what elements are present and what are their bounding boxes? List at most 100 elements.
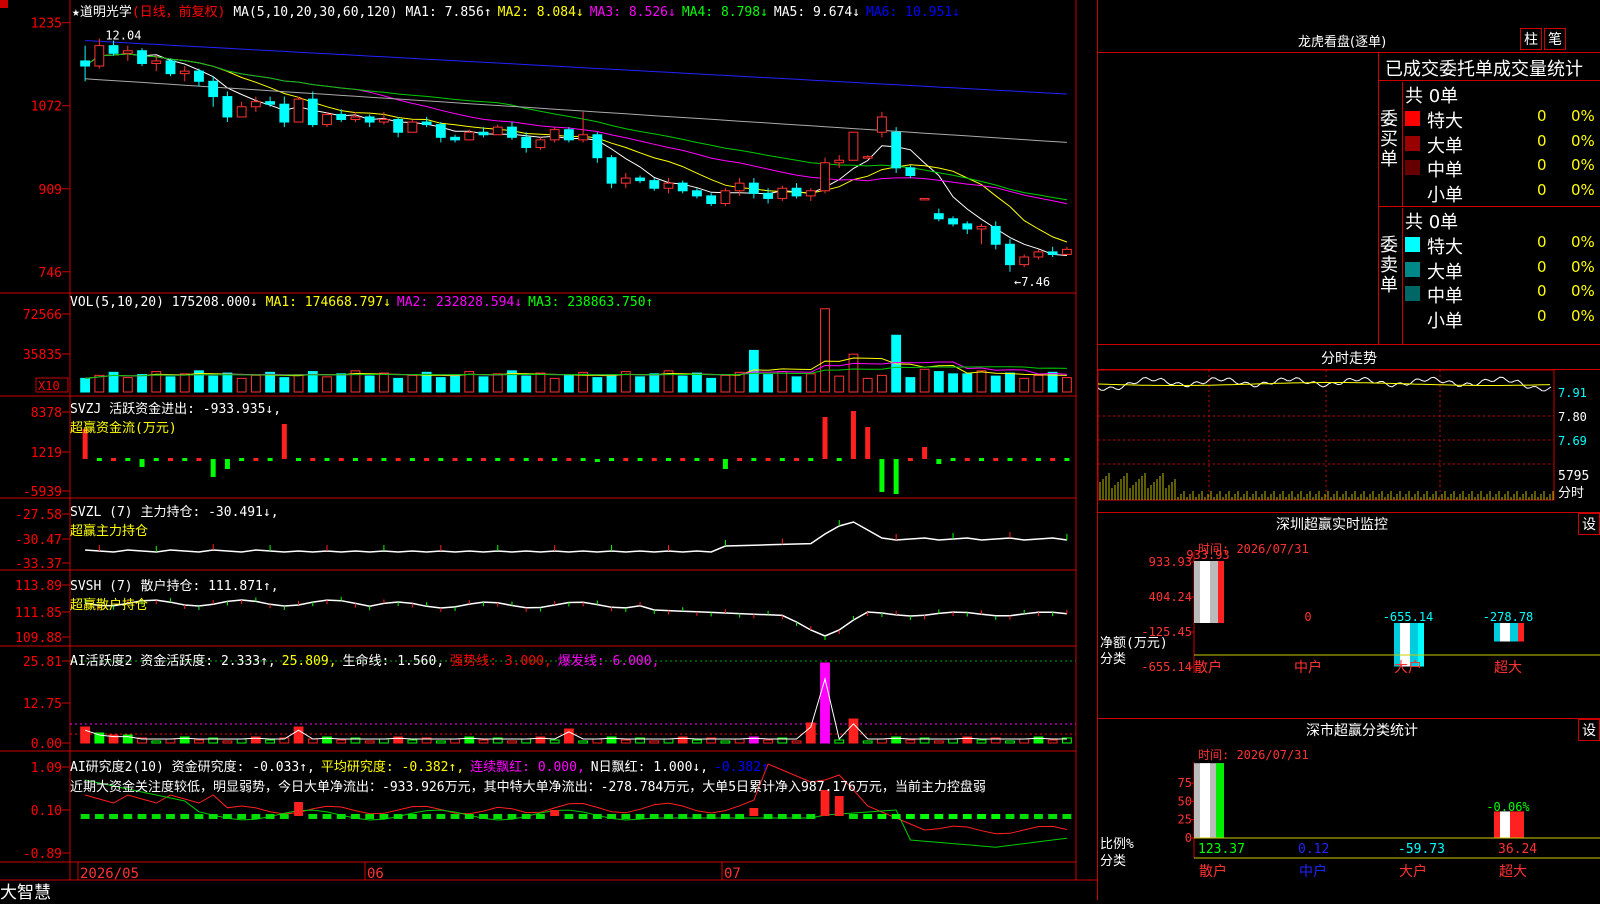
svsh-sub: 超赢散户持仓 [70, 598, 149, 613]
ma-line-2 [84, 53, 1068, 243]
activity-bar [478, 739, 489, 744]
ai2-value-0: AI研究度2(10) 资金研究度: -0.033↑, [70, 760, 315, 775]
candle [122, 45, 133, 61]
monitor1-bar-shine [1200, 561, 1210, 623]
research-bar [735, 814, 745, 819]
candle [805, 188, 816, 201]
candle-body [990, 225, 1001, 245]
monitor1-xlabel: 分类 [1100, 652, 1126, 667]
candle [649, 178, 660, 191]
ma-line-6 [85, 40, 1067, 95]
buy-name: 小单 [1427, 184, 1463, 206]
candle [236, 101, 247, 118]
research-bar [365, 814, 375, 819]
chart-area[interactable]: 1235 1072 909 746 12.04 ←7.46 72566 35835 X10 837… [0, 0, 1097, 903]
period-label: (日线，前复权) [131, 5, 226, 20]
volume-bar [222, 372, 233, 393]
bar-mode-button[interactable]: 柱 [1520, 28, 1542, 50]
volume-bar [122, 377, 133, 393]
monitor1-ylabel: 净额(万元) [1100, 636, 1168, 651]
ai2-axis-tick: 0.10 [31, 804, 62, 819]
fund-flow-bar [324, 458, 330, 461]
activity-bar [265, 739, 275, 744]
candle [137, 48, 147, 67]
candle-body [777, 187, 788, 199]
candle [862, 155, 873, 159]
price-axis-tick: 1235 [31, 17, 62, 32]
fund-flow-bar [509, 458, 515, 461]
fund-flow-bar [438, 458, 444, 461]
volume-bar [549, 377, 560, 393]
fund-flow-bar [979, 458, 985, 461]
fund-flow-bar [196, 458, 202, 461]
fund-flow-bar [296, 458, 302, 461]
activity-bar [435, 740, 446, 744]
monitor1-settings-button[interactable]: 设 [1578, 513, 1600, 535]
candle-body [151, 60, 162, 64]
volume-bar [791, 376, 802, 393]
fund-flow-bar [694, 458, 700, 461]
monitor2-settings-button[interactable]: 设 [1578, 719, 1600, 741]
volume-bar [919, 368, 930, 393]
activity-bar [407, 739, 418, 744]
activity-bar [763, 739, 773, 744]
candle [492, 124, 503, 136]
candle-body [492, 126, 503, 136]
price-axis-tick: 909 [39, 183, 62, 198]
candle [322, 111, 332, 128]
candle-body [122, 50, 133, 54]
research-bar [422, 814, 432, 819]
candle-body [108, 45, 119, 54]
fund-flow-bar [808, 458, 814, 461]
price-axis-tick: 746 [39, 266, 62, 281]
tick-mode-button[interactable]: 笔 [1544, 28, 1566, 50]
fund-flow-bar [950, 458, 956, 461]
right-panel: 龙虎看盘(逐单) 柱 笔 已成交委托单成交量统计 委买单 共 0单 特大 0 0% 大… [1097, 0, 1600, 900]
fund-flow-bar [964, 458, 970, 461]
candle [94, 38, 105, 69]
candle [435, 122, 446, 143]
volume-bar [820, 308, 830, 393]
ai1-value-4: 爆发线: 6.000, [557, 654, 660, 669]
volume-bar [450, 374, 460, 393]
fund-flow-bar [1064, 458, 1070, 461]
candle [677, 180, 688, 194]
app-name: 大智慧 [0, 883, 51, 903]
intraday-axis: 7.69 [1558, 434, 1587, 448]
ma-label: MA(5,10,20,30,60,120) [233, 5, 398, 20]
vol-unit: X10 [38, 379, 60, 393]
svzj-sub: 超赢资金流(万元) [70, 421, 177, 436]
svzj-axis-tick: -5939 [23, 485, 62, 500]
legend-swatch [1405, 160, 1420, 175]
date-label: 2026/05 [80, 866, 139, 882]
volume-bar [592, 377, 603, 393]
sell-count: 0 [1537, 306, 1547, 325]
candle [592, 132, 603, 163]
fund-flow-bar [751, 458, 757, 461]
sell-count: 0 [1537, 257, 1547, 276]
candle [948, 216, 958, 227]
candle-body [933, 213, 944, 220]
volume-bar [962, 373, 973, 393]
candle-body [379, 118, 389, 123]
research-bar [649, 814, 659, 819]
research-bar [208, 814, 218, 819]
research-bar [464, 814, 474, 819]
candle-body [435, 124, 446, 138]
fund-flow-bar [1050, 458, 1056, 461]
volume-bar [692, 372, 702, 393]
volume-bar [279, 377, 290, 393]
fund-flow-bar [409, 458, 415, 461]
activity-bar [620, 739, 631, 744]
fund-flow-bar [224, 459, 230, 469]
candle [962, 221, 973, 235]
activity-bar [734, 738, 745, 744]
buy-pct: 0% [1571, 107, 1595, 125]
candle-body [649, 180, 660, 189]
ai2-axis-tick: -0.89 [23, 847, 62, 862]
stock-name[interactable]: 道明光学 [80, 5, 132, 20]
research-bar [849, 814, 858, 819]
vol-value: 175208.000↓ [171, 295, 258, 310]
intraday-chart[interactable]: 7.91 7.80 7.69 5795 分时 [1098, 370, 1600, 512]
candle-body [635, 177, 645, 182]
